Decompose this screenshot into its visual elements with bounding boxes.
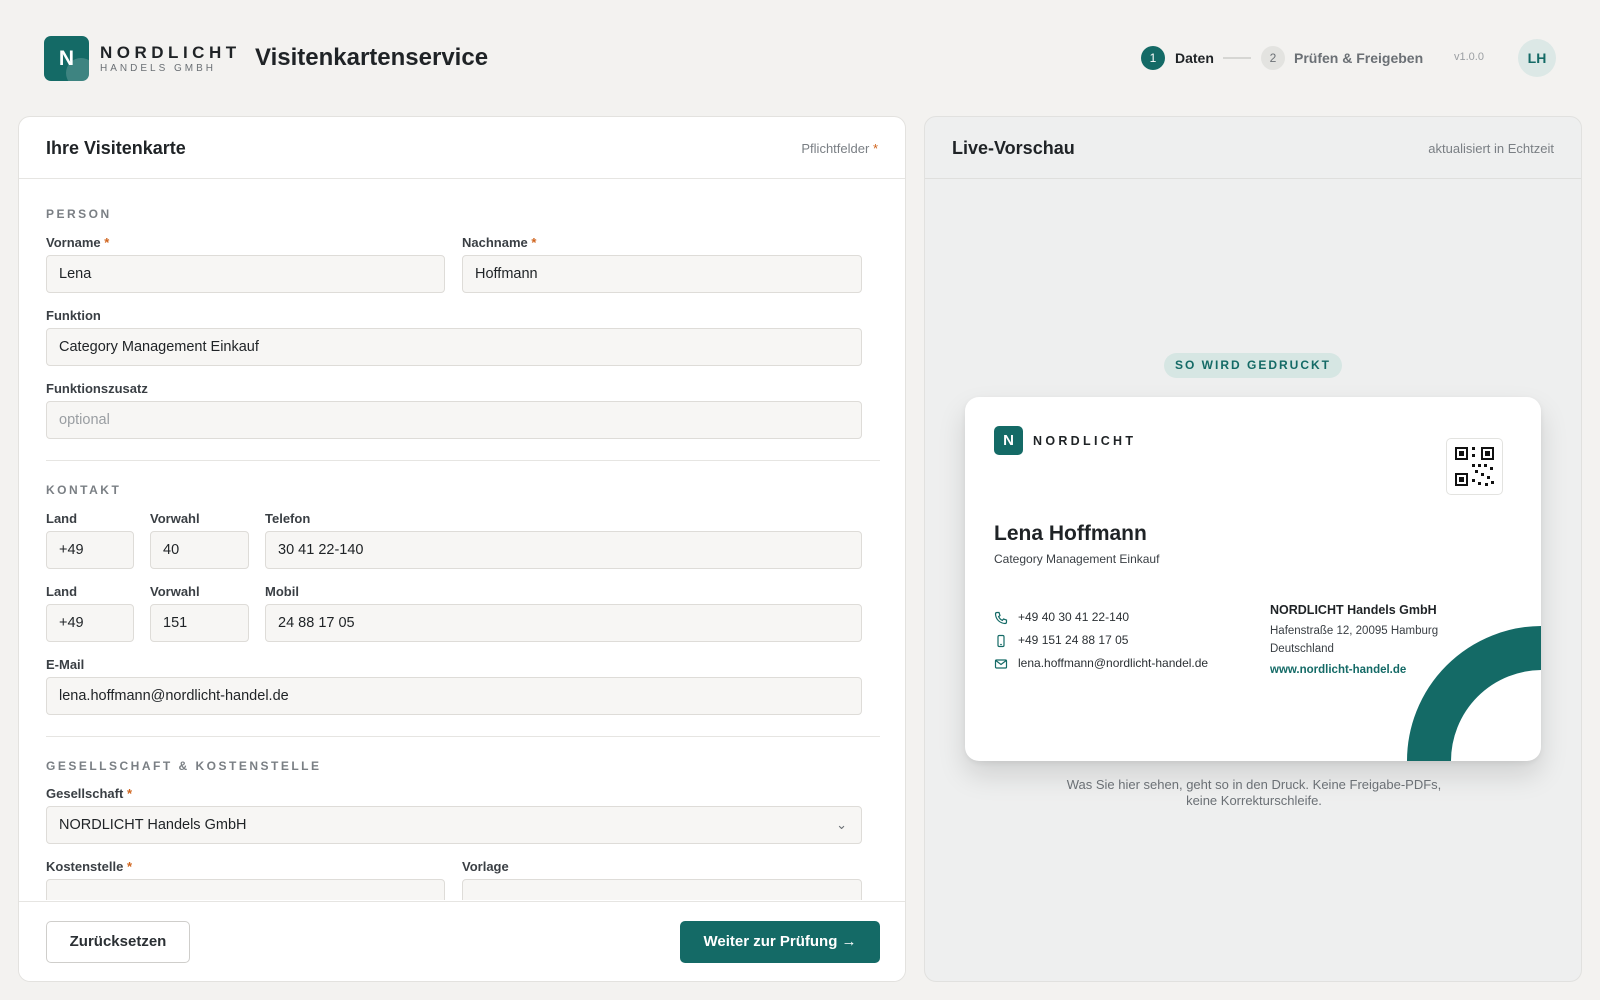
phone-icon (994, 611, 1008, 625)
section-person: PERSON (46, 207, 112, 221)
form-footer: Zurücksetzen Weiter zur Prüfung → (19, 901, 905, 981)
mobile-phone-icon (997, 634, 1005, 648)
step-2-indicator[interactable]: 2 (1261, 46, 1285, 70)
live-preview-panel: Live-Vorschau aktualisiert in Echtzeit S… (924, 116, 1582, 982)
section-contact: KONTAKT (46, 483, 122, 497)
mob-country-input[interactable]: +49 (46, 604, 134, 642)
email-label: E-Mail (46, 657, 85, 672)
brand-name: NORDLICHT (100, 43, 241, 62)
gesellschaft-label: Gesellschaft * (46, 786, 132, 801)
tel-country-label: Land (46, 511, 78, 526)
funktion-label: Funktion (46, 308, 101, 323)
mob-areacode-label: Vorwahl (150, 584, 200, 599)
funktion-input[interactable]: Category Management Einkauf (46, 328, 862, 366)
user-avatar[interactable]: LH (1518, 39, 1556, 77)
kostenstelle-input[interactable] (46, 879, 445, 900)
nachname-label: Nachname * (462, 235, 536, 250)
nachname-input[interactable]: Hoffmann (462, 255, 862, 293)
card-email: lena.hoffmann@nordlicht-handel.de (1018, 656, 1209, 670)
card-mobile: +49 151 24 88 17 05 (1018, 633, 1129, 647)
section-company: GESELLSCHAFT & KOSTENSTELLE (46, 759, 322, 773)
step-1-label[interactable]: Daten (1175, 50, 1214, 66)
funktionszusatz-label: Funktionszusatz (46, 381, 148, 396)
mobil-label: Mobil (265, 584, 299, 599)
required-asterisk: * (126, 786, 133, 801)
required-asterisk: * (872, 141, 878, 156)
required-asterisk: * (531, 235, 537, 250)
vorname-input[interactable]: Lena (46, 255, 445, 293)
card-company-address: Hafenstraße 12, 20095 Hamburg (1270, 625, 1439, 637)
tel-areacode-input[interactable]: 40 (150, 531, 249, 569)
card-company-website: www.nordlicht-handel.de (1270, 664, 1407, 676)
mob-areacode-input[interactable]: 151 (150, 604, 249, 642)
gesellschaft-selected-value: NORDLICHT Handels GmbH (59, 817, 247, 833)
form-body: PERSON Vorname * Lena Nachname * Hoffman… (19, 180, 905, 900)
required-asterisk: * (126, 859, 132, 874)
qr-code-graphic (1455, 447, 1494, 486)
next-to-review-button[interactable]: Weiter zur Prüfung → (680, 921, 880, 963)
section-divider (46, 736, 880, 737)
vorlage-label: Vorlage (462, 859, 509, 874)
required-fields-note: Pflichtfelder * (801, 141, 878, 156)
form-title: Ihre Visitenkarte (46, 138, 186, 158)
version-label: v1.0.0 (1454, 51, 1484, 63)
business-card-form-panel: Ihre Visitenkarte Pflichtfelder * PERSON… (18, 116, 906, 982)
brand-logo-letter: N (58, 47, 75, 70)
nachname-label-text: Nachname (462, 235, 528, 250)
required-asterisk: * (104, 235, 110, 250)
mobil-input[interactable]: 24 88 17 05 (265, 604, 862, 642)
vorname-label: Vorname * (46, 235, 109, 250)
card-brand: NORDLICHT (1033, 434, 1137, 448)
funktionszusatz-input[interactable]: optional (46, 401, 862, 439)
preview-header: Live-Vorschau aktualisiert in Echtzeit (925, 117, 1581, 179)
qr-code-icon (1446, 438, 1503, 495)
kostenstelle-label: Kostenstelle * (46, 859, 132, 874)
brand-subtitle: HANDELS GMBH (100, 63, 217, 74)
card-person-role: Category Management Einkauf (994, 552, 1160, 566)
business-card-preview: N NORDLICHT Lena Hoffmann Category Manag… (965, 397, 1541, 761)
tel-country-input[interactable]: +49 (46, 531, 134, 569)
mob-country-label: Land (46, 584, 78, 599)
vorname-label-text: Vorname (46, 235, 101, 250)
preview-title: Live-Vorschau (952, 138, 1075, 158)
gesellschaft-select[interactable]: NORDLICHT Handels GmbH ⌄ (46, 806, 862, 844)
step-2-label[interactable]: Prüfen & Freigeben (1294, 50, 1423, 66)
step-1-indicator[interactable]: 1 (1141, 46, 1165, 70)
telefon-label: Telefon (265, 511, 311, 526)
step-connector (1223, 57, 1251, 59)
kostenstelle-label-text: Kostenstelle (46, 859, 124, 874)
preview-caption: Was Sie hier sehen, geht so in den Druck… (1066, 777, 1442, 808)
vorlage-select[interactable] (462, 879, 862, 900)
gesellschaft-label-text: Gesellschaft (46, 786, 124, 801)
preview-realtime-note: aktualisiert in Echtzeit (1428, 141, 1554, 156)
print-badge: SO WIRD GEDRUCKT (1164, 353, 1342, 378)
app-title: Visitenkartenservice (255, 44, 489, 71)
card-phone: +49 40 30 41 22-140 (1018, 610, 1130, 624)
form-panel-header: Ihre Visitenkarte Pflichtfelder * (19, 117, 905, 179)
section-divider (46, 460, 880, 461)
decorative-arc (1407, 626, 1541, 761)
reset-button[interactable]: Zurücksetzen (46, 921, 190, 963)
chevron-down-icon[interactable]: ⌄ (836, 807, 847, 843)
app-header: N NORDLICHT HANDELS GMBH Visitenkartense… (0, 0, 1600, 116)
card-company-country: Deutschland (1270, 643, 1334, 655)
card-company-name: NORDLICHT Handels GmbH (1270, 603, 1437, 617)
card-logo: N (994, 426, 1023, 455)
mail-icon (994, 659, 1008, 669)
brand-logo: N (44, 36, 89, 81)
email-input[interactable]: lena.hoffmann@nordlicht-handel.de (46, 677, 862, 715)
telefon-input[interactable]: 30 41 22-140 (265, 531, 862, 569)
required-note-text: Pflichtfelder (801, 141, 870, 156)
card-person-name: Lena Hoffmann (994, 522, 1147, 545)
tel-areacode-label: Vorwahl (150, 511, 200, 526)
